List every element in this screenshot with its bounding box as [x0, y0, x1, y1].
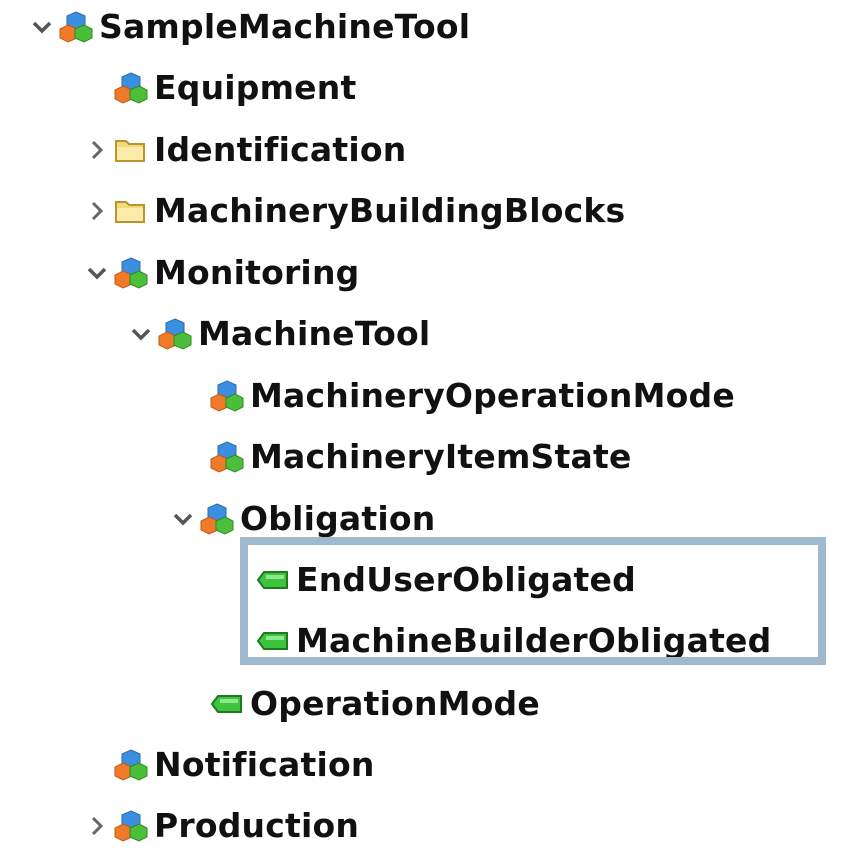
tree-item-label: Equipment	[154, 68, 357, 107]
tree-item-label: MachineryBuildingBlocks	[154, 191, 626, 230]
chevron-right-icon[interactable]	[80, 121, 114, 179]
tree-item-label: OperationMode	[250, 684, 540, 723]
tree-item-notification[interactable]: Notification	[80, 736, 375, 794]
tree-item-monitoring[interactable]: Monitoring	[80, 244, 359, 302]
tree-item-production[interactable]: Production	[80, 797, 359, 855]
tree-item-label: Monitoring	[154, 253, 360, 292]
tree-item-operationmode[interactable]: OperationMode	[176, 675, 540, 733]
tree-item-samplemachinetool[interactable]: SampleMachineTool	[25, 0, 470, 56]
chevron-down-icon[interactable]	[166, 490, 200, 548]
chevron-down-icon[interactable]	[124, 305, 158, 363]
tree-item-identification[interactable]: Identification	[80, 121, 406, 179]
chevron-down-icon[interactable]	[25, 0, 59, 56]
tree-item-machineryoperationmode[interactable]: MachineryOperationMode	[176, 367, 735, 425]
object-cubes-icon	[210, 428, 250, 486]
highlight-box	[240, 537, 826, 665]
no-expander	[176, 367, 210, 425]
chevron-right-icon[interactable]	[80, 182, 114, 240]
tree-view: SampleMachineTool Equipment Identificati…	[0, 0, 841, 845]
tree-item-machinerybuildingblocks[interactable]: MachineryBuildingBlocks	[80, 182, 625, 240]
tree-item-label: MachineryItemState	[250, 437, 632, 476]
tree-item-label: Identification	[154, 130, 407, 169]
tree-item-equipment[interactable]: Equipment	[80, 59, 356, 117]
object-cubes-icon	[200, 490, 240, 548]
folder-icon	[114, 182, 154, 240]
object-cubes-icon	[59, 0, 99, 56]
no-expander	[80, 736, 114, 794]
object-cubes-icon	[210, 367, 250, 425]
no-expander	[176, 428, 210, 486]
tree-item-label: SampleMachineTool	[99, 7, 471, 46]
object-cubes-icon	[114, 736, 154, 794]
variable-tag-icon	[210, 675, 250, 733]
tree-item-machinetool[interactable]: MachineTool	[124, 305, 430, 363]
no-expander	[80, 59, 114, 117]
tree-item-label: Production	[154, 806, 360, 845]
tree-item-machineryitemstate[interactable]: MachineryItemState	[176, 428, 632, 486]
tree-item-label: Notification	[154, 745, 375, 784]
folder-icon	[114, 121, 154, 179]
object-cubes-icon	[114, 59, 154, 117]
tree-item-label: MachineryOperationMode	[250, 376, 735, 415]
object-cubes-icon	[158, 305, 198, 363]
chevron-right-icon[interactable]	[80, 797, 114, 855]
no-expander	[176, 675, 210, 733]
tree-item-label: MachineTool	[198, 314, 431, 353]
chevron-down-icon[interactable]	[80, 244, 114, 302]
object-cubes-icon	[114, 797, 154, 855]
object-cubes-icon	[114, 244, 154, 302]
